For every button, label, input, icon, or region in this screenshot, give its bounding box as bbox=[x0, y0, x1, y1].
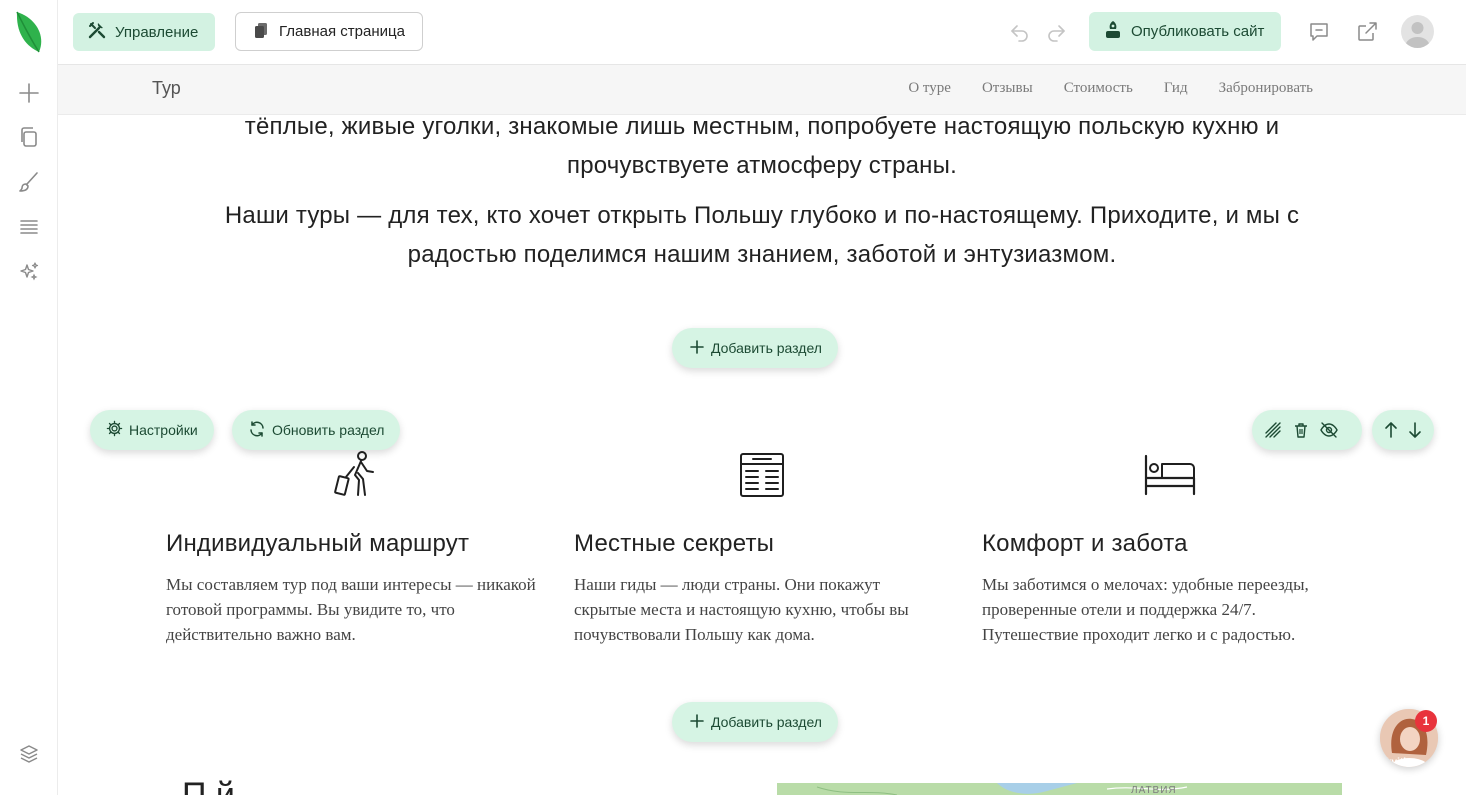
feature-title: Индивидуальный маршрут bbox=[166, 530, 470, 557]
manage-label: Управление bbox=[115, 23, 199, 41]
left-sidebar bbox=[0, 0, 58, 795]
sparkles-icon[interactable] bbox=[16, 259, 42, 285]
menu-item-book[interactable]: Забронировать bbox=[1219, 80, 1313, 97]
chat-name: kvitly bbox=[1386, 757, 1412, 767]
section-settings-button[interactable]: Настройки bbox=[90, 410, 214, 450]
home-page-label: Главная страница bbox=[279, 23, 405, 40]
intro-line-3: Наши туры — для тех, кто хочет открыть П… bbox=[224, 202, 1300, 229]
comment-icon[interactable] bbox=[1305, 18, 1333, 46]
bed-icon bbox=[1144, 454, 1196, 501]
add-section-button[interactable]: Добавить раздел bbox=[672, 702, 838, 742]
feature-text: Мы составляем тур под ваши интересы — ни… bbox=[166, 575, 536, 644]
add-section-label: Добавить раздел bbox=[711, 340, 822, 356]
feature-title: Комфорт и забота bbox=[982, 530, 1188, 557]
menu-item-about[interactable]: О туре bbox=[908, 80, 951, 97]
trash-icon[interactable] bbox=[1290, 419, 1312, 441]
plus-icon bbox=[690, 713, 704, 731]
site-menu: О туре Отзывы Стоимость Гид Забронироват… bbox=[908, 80, 1313, 97]
feature-text: Наши гиды — люди страны. Они покажут скр… bbox=[574, 575, 909, 644]
gear-icon bbox=[106, 420, 123, 440]
pages-icon[interactable] bbox=[16, 124, 42, 150]
add-section-button[interactable]: Добавить раздел bbox=[672, 328, 838, 368]
move-controls bbox=[1372, 410, 1434, 450]
refresh-icon bbox=[248, 420, 266, 441]
pattern-icon[interactable] bbox=[1262, 419, 1284, 441]
page-content: тёплые, живые уголки, знакомые лишь мест… bbox=[58, 116, 1466, 795]
newspaper-icon bbox=[739, 452, 785, 503]
publish-icon bbox=[1104, 20, 1122, 44]
intro-line-1: тёплые, живые уголки, знакомые лишь мест… bbox=[244, 116, 1280, 140]
home-page-button[interactable]: Главная страница bbox=[235, 12, 423, 51]
feature-title: Местные секреты bbox=[574, 530, 775, 557]
map-label: ЛАТВИЯ bbox=[1131, 785, 1177, 795]
plus-icon bbox=[690, 339, 704, 357]
top-toolbar: Управление Главная страница Опубликовать… bbox=[58, 0, 1466, 65]
user-avatar[interactable] bbox=[1401, 15, 1434, 48]
feature-card: Комфорт и забота Мы заботимся о мелочах:… bbox=[982, 530, 1352, 647]
notification-badge: 1 bbox=[1415, 710, 1437, 732]
refresh-label: Обновить раздел bbox=[272, 422, 385, 438]
publish-label: Опубликовать сайт bbox=[1131, 23, 1265, 40]
traveler-icon bbox=[332, 449, 378, 504]
add-section-label: Добавить раздел bbox=[711, 714, 822, 730]
intro-line-2: прочувствуете атмосферу страны. bbox=[567, 152, 957, 179]
arrow-up-icon[interactable] bbox=[1382, 419, 1400, 441]
section-tools bbox=[1252, 410, 1362, 450]
page-copy-icon bbox=[252, 21, 270, 43]
intro-line-4: радостью поделимся нашим знанием, забото… bbox=[407, 241, 1117, 268]
arrow-down-icon[interactable] bbox=[1406, 419, 1424, 441]
layers-icon[interactable] bbox=[16, 741, 42, 767]
undo-icon[interactable] bbox=[1007, 19, 1033, 45]
feature-text: Мы заботимся о мелочах: удобные переезды… bbox=[982, 575, 1309, 644]
feature-card: Местные секреты Наши гиды — люди страны.… bbox=[574, 530, 944, 647]
redo-icon[interactable] bbox=[1043, 19, 1069, 45]
manage-button[interactable]: Управление bbox=[73, 13, 216, 51]
list-icon[interactable] bbox=[16, 214, 42, 240]
brush-icon[interactable] bbox=[16, 169, 42, 195]
open-external-icon[interactable] bbox=[1353, 18, 1381, 46]
next-section-heading: П й bbox=[182, 776, 235, 795]
plus-icon[interactable] bbox=[16, 80, 42, 106]
site-title[interactable]: Тур bbox=[152, 78, 181, 99]
menu-item-price[interactable]: Стоимость bbox=[1064, 80, 1133, 97]
refresh-section-button[interactable]: Обновить раздел bbox=[232, 410, 401, 450]
publish-site-button[interactable]: Опубликовать сайт bbox=[1089, 12, 1282, 51]
settings-label: Настройки bbox=[129, 422, 198, 438]
tools-icon bbox=[87, 20, 107, 44]
menu-item-reviews[interactable]: Отзывы bbox=[982, 80, 1033, 97]
menu-item-guide[interactable]: Гид bbox=[1164, 80, 1188, 97]
feature-card: Индивидуальный маршрут Мы составляем тур… bbox=[166, 530, 536, 647]
site-navigation: Тур О туре Отзывы Стоимость Гид Забронир… bbox=[58, 65, 1466, 115]
map-preview[interactable]: ЛАТВИЯ bbox=[777, 783, 1342, 795]
logo-icon[interactable] bbox=[14, 10, 44, 54]
eye-off-icon[interactable] bbox=[1318, 419, 1340, 441]
